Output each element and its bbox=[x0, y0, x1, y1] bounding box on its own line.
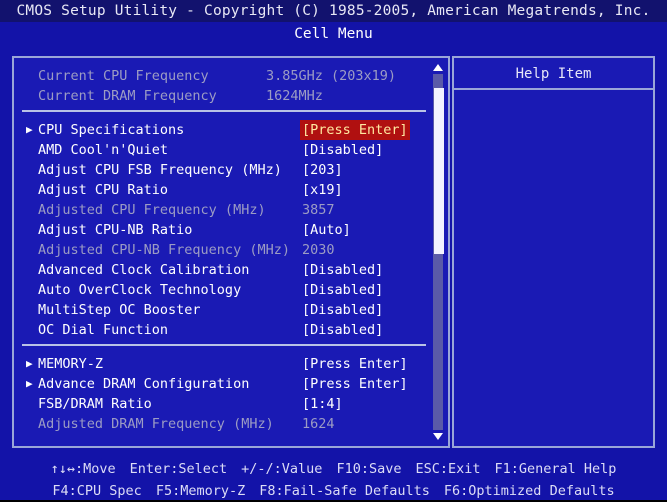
section-divider bbox=[22, 344, 426, 346]
settings-row[interactable]: Adjusted CPU-NB Frequency (MHz) 2030 bbox=[14, 240, 424, 260]
scrollbar-thumb[interactable] bbox=[434, 88, 444, 254]
footer-hotkey: F8:Fail-Safe Defaults bbox=[259, 483, 430, 499]
scrollbar-track[interactable] bbox=[433, 74, 444, 430]
setting-label: Current CPU Frequency bbox=[38, 68, 209, 84]
setting-label: Adjusted DRAM Frequency (MHz) bbox=[38, 416, 274, 432]
settings-row[interactable]: Adjusted DRAM Frequency (MHz) 1624 bbox=[14, 414, 424, 434]
footer-help-bar: ↑↓↔:Move Enter:Select +/-/:Value F10:Save ES… bbox=[0, 452, 667, 500]
footer-hotkey: F6:Optimized Defaults bbox=[443, 483, 615, 499]
settings-row[interactable]: Auto OverClock Technology [Disabled] bbox=[14, 280, 424, 300]
setting-label: Adjust CPU-NB Ratio bbox=[38, 222, 193, 238]
scrollbar[interactable] bbox=[432, 62, 444, 442]
setting-label: Advanced Clock Calibration bbox=[38, 262, 250, 278]
settings-row[interactable]: ▶ Advance DRAM Configuration [Press Enter] bbox=[14, 374, 424, 394]
settings-row[interactable]: AMD Cool'n'Quiet [Disabled] bbox=[14, 140, 424, 160]
setting-value[interactable]: 1624MHz bbox=[266, 86, 323, 106]
footer-hotkey: F5:Memory-Z bbox=[155, 483, 246, 499]
footer-line-1: ↑↓↔:Move Enter:Select +/-/:Value F10:Save ES… bbox=[0, 452, 667, 480]
footer-hotkey: Enter:Select bbox=[129, 461, 228, 477]
settings-row[interactable]: Adjusted CPU Frequency (MHz) 3857 bbox=[14, 200, 424, 220]
settings-row[interactable]: Adjust CPU FSB Frequency (MHz) [203] bbox=[14, 160, 424, 180]
footer-hotkey: ESC:Exit bbox=[415, 461, 481, 477]
settings-row[interactable]: ▶ MEMORY-Z [Press Enter] bbox=[14, 354, 424, 374]
settings-row[interactable]: ▶ CPU Specifications [Press Enter] bbox=[14, 120, 424, 140]
setting-value[interactable]: [Disabled] bbox=[302, 300, 383, 320]
section-divider bbox=[22, 110, 426, 112]
setting-value[interactable]: [Disabled] bbox=[302, 260, 383, 280]
help-item-panel: Help Item bbox=[452, 56, 655, 448]
setting-value[interactable]: [Auto] bbox=[302, 220, 351, 240]
setting-value[interactable]: [Disabled] bbox=[302, 140, 383, 160]
setting-label: CPU Specifications bbox=[38, 122, 185, 138]
setting-label: Auto OverClock Technology bbox=[38, 282, 242, 298]
setting-value[interactable]: [Disabled] bbox=[302, 320, 383, 340]
page-title: Cell Menu bbox=[0, 22, 667, 46]
bios-setup-screen: CMOS Setup Utility - Copyright (C) 1985-… bbox=[0, 0, 667, 500]
window-title: CMOS Setup Utility - Copyright (C) 1985-… bbox=[0, 0, 667, 22]
submenu-arrow-icon: ▶ bbox=[26, 377, 33, 390]
setting-value[interactable]: [Disabled] bbox=[302, 280, 383, 300]
setting-value[interactable]: 3857 bbox=[302, 200, 335, 220]
setting-label: MEMORY-Z bbox=[38, 356, 104, 372]
settings-row[interactable]: OC Dial Function [Disabled] bbox=[14, 320, 424, 340]
footer-hotkey: ↑↓↔:Move bbox=[50, 461, 116, 477]
help-item-title: Help Item bbox=[454, 58, 653, 90]
footer-hotkey: F1:General Help bbox=[494, 461, 617, 477]
scroll-down-arrow-icon[interactable] bbox=[433, 433, 443, 440]
setting-label: Adjusted CPU Frequency (MHz) bbox=[38, 202, 266, 218]
setting-label: Adjusted CPU-NB Frequency (MHz) bbox=[38, 242, 290, 258]
footer-line-2: F4:CPU Spec F5:Memory-Z F8:Fail-Safe Defau… bbox=[0, 480, 667, 502]
help-item-content bbox=[454, 92, 653, 446]
setting-value-selected[interactable]: [Press Enter] bbox=[300, 120, 410, 140]
footer-hotkey: F10:Save bbox=[336, 461, 402, 477]
setting-value[interactable]: [x19] bbox=[302, 180, 343, 200]
setting-label: Advance DRAM Configuration bbox=[38, 376, 250, 392]
settings-row[interactable]: Current CPU Frequency 3.85GHz (203x19) bbox=[14, 66, 424, 86]
setting-label: Adjust CPU Ratio bbox=[38, 182, 169, 198]
scroll-up-arrow-icon[interactable] bbox=[433, 64, 443, 71]
setting-value[interactable]: 3.85GHz (203x19) bbox=[266, 66, 396, 86]
settings-list-panel: Current CPU Frequency 3.85GHz (203x19) Cur… bbox=[12, 56, 450, 448]
setting-label: MultiStep OC Booster bbox=[38, 302, 201, 318]
settings-rows: Current CPU Frequency 3.85GHz (203x19) Cur… bbox=[14, 58, 448, 446]
setting-value[interactable]: [Press Enter] bbox=[302, 354, 408, 374]
submenu-arrow-icon: ▶ bbox=[26, 357, 33, 370]
setting-value[interactable]: 1624 bbox=[302, 414, 335, 434]
setting-label: AMD Cool'n'Quiet bbox=[38, 142, 169, 158]
setting-value[interactable]: [1:4] bbox=[302, 394, 343, 414]
setting-value[interactable]: [203] bbox=[302, 160, 343, 180]
settings-row[interactable]: FSB/DRAM Ratio [1:4] bbox=[14, 394, 424, 414]
footer-hotkey: +/-/:Value bbox=[241, 461, 323, 477]
footer-hotkey: F4:CPU Spec bbox=[52, 483, 142, 499]
settings-row[interactable]: MultiStep OC Booster [Disabled] bbox=[14, 300, 424, 320]
settings-row[interactable]: Advanced Clock Calibration [Disabled] bbox=[14, 260, 424, 280]
submenu-arrow-icon: ▶ bbox=[26, 123, 33, 136]
settings-row[interactable]: Adjust CPU-NB Ratio [Auto] bbox=[14, 220, 424, 240]
setting-value[interactable]: [Press Enter] bbox=[302, 374, 408, 394]
setting-value[interactable]: 2030 bbox=[302, 240, 335, 260]
settings-row[interactable]: Current DRAM Frequency 1624MHz bbox=[14, 86, 424, 106]
setting-label: Current DRAM Frequency bbox=[38, 88, 217, 104]
setting-label: Adjust CPU FSB Frequency (MHz) bbox=[38, 162, 282, 178]
setting-label: OC Dial Function bbox=[38, 322, 169, 338]
setting-label: FSB/DRAM Ratio bbox=[38, 396, 152, 412]
settings-row[interactable]: Adjust CPU Ratio [x19] bbox=[14, 180, 424, 200]
